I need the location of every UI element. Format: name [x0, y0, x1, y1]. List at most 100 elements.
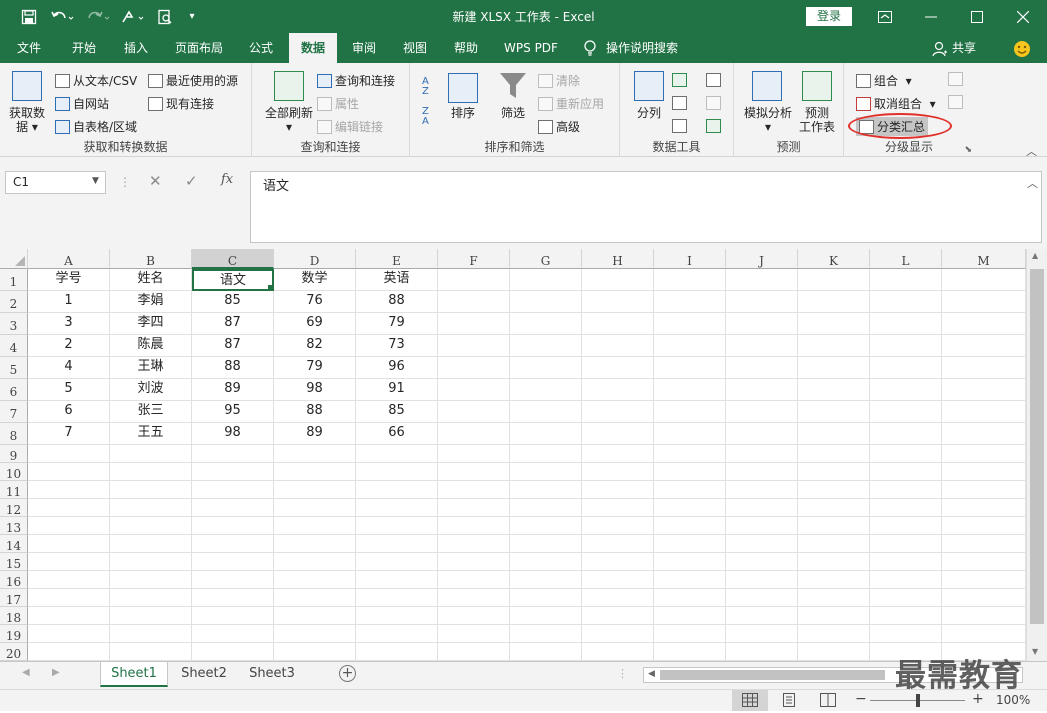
cell-c5[interactable]: 88 — [192, 357, 274, 379]
cell-m2[interactable] — [942, 291, 1026, 313]
cell-f4[interactable] — [438, 335, 510, 357]
cell-d5[interactable]: 79 — [274, 357, 356, 379]
tab-split-icon[interactable]: ⋮ — [617, 667, 628, 680]
cell-i20[interactable] — [654, 643, 726, 661]
cell-f20[interactable] — [438, 643, 510, 661]
cell-f14[interactable] — [438, 535, 510, 553]
sort-az-icon[interactable]: AZ — [422, 77, 429, 97]
cell-h1[interactable] — [582, 269, 654, 291]
cell-m17[interactable] — [942, 589, 1026, 607]
cell-c11[interactable] — [192, 481, 274, 499]
cell-i18[interactable] — [654, 607, 726, 625]
cell-l17[interactable] — [870, 589, 942, 607]
forecast-sheet-button[interactable]: 预测 工作表 — [794, 106, 840, 134]
cell-f9[interactable] — [438, 445, 510, 463]
cell-k11[interactable] — [798, 481, 870, 499]
cell-e6[interactable]: 91 — [356, 379, 438, 401]
data-validation-icon[interactable] — [672, 119, 687, 133]
cell-g9[interactable] — [510, 445, 582, 463]
get-data-button[interactable]: 获取数 据 ▾ — [6, 106, 48, 134]
cell-l14[interactable] — [870, 535, 942, 553]
share-button[interactable]: 共享 — [950, 33, 978, 63]
cell-a5[interactable]: 4 — [28, 357, 110, 379]
cell-g8[interactable] — [510, 423, 582, 445]
cell-g18[interactable] — [510, 607, 582, 625]
cell-a9[interactable] — [28, 445, 110, 463]
cell-l5[interactable] — [870, 357, 942, 379]
text-to-columns-icon[interactable] — [634, 71, 664, 101]
cell-f13[interactable] — [438, 517, 510, 535]
cell-b19[interactable] — [110, 625, 192, 643]
existing-connections-button[interactable]: 现有连接 — [148, 95, 214, 112]
cell-i8[interactable] — [654, 423, 726, 445]
cell-f5[interactable] — [438, 357, 510, 379]
cell-m4[interactable] — [942, 335, 1026, 357]
scroll-down-icon[interactable]: ▼ — [1032, 647, 1038, 656]
cell-b16[interactable] — [110, 571, 192, 589]
refresh-all-button[interactable]: 全部刷新 ▾ — [258, 106, 320, 134]
filter-icon[interactable] — [499, 71, 527, 104]
edit-links-button[interactable]: 编辑链接 — [317, 118, 383, 135]
fill-handle[interactable] — [268, 285, 272, 289]
cell-c17[interactable] — [192, 589, 274, 607]
cell-h17[interactable] — [582, 589, 654, 607]
what-if-button[interactable]: 模拟分析 ▾ — [740, 106, 796, 134]
cell-m7[interactable] — [942, 401, 1026, 423]
cell-f1[interactable] — [438, 269, 510, 291]
from-table-button[interactable]: 自表格/区域 — [55, 118, 137, 135]
cell-m12[interactable] — [942, 499, 1026, 517]
cell-e7[interactable]: 85 — [356, 401, 438, 423]
cell-f19[interactable] — [438, 625, 510, 643]
row-header-12[interactable]: 12 — [0, 499, 28, 517]
cell-g17[interactable] — [510, 589, 582, 607]
cell-b4[interactable]: 陈晨 — [110, 335, 192, 357]
row-header-7[interactable]: 7 — [0, 401, 28, 423]
cell-d19[interactable] — [274, 625, 356, 643]
cell-b3[interactable]: 李四 — [110, 313, 192, 335]
cell-a20[interactable] — [28, 643, 110, 661]
cell-e2[interactable]: 88 — [356, 291, 438, 313]
tab-data[interactable]: 数据 — [289, 33, 337, 63]
column-header-f[interactable]: F — [438, 249, 510, 269]
cell-g19[interactable] — [510, 625, 582, 643]
cell-j3[interactable] — [726, 313, 798, 335]
column-header-b[interactable]: B — [110, 249, 192, 269]
minimize-icon[interactable] — [908, 0, 954, 33]
row-header-20[interactable]: 20 — [0, 643, 28, 661]
cell-m11[interactable] — [942, 481, 1026, 499]
cell-h14[interactable] — [582, 535, 654, 553]
cell-j19[interactable] — [726, 625, 798, 643]
cell-f3[interactable] — [438, 313, 510, 335]
cell-j7[interactable] — [726, 401, 798, 423]
cell-d1[interactable]: 数学 — [274, 269, 356, 291]
column-header-c[interactable]: C — [192, 249, 274, 269]
cell-k13[interactable] — [798, 517, 870, 535]
cell-g16[interactable] — [510, 571, 582, 589]
cell-e15[interactable] — [356, 553, 438, 571]
cell-i16[interactable] — [654, 571, 726, 589]
cell-j9[interactable] — [726, 445, 798, 463]
cell-f6[interactable] — [438, 379, 510, 401]
cell-k2[interactable] — [798, 291, 870, 313]
cell-i13[interactable] — [654, 517, 726, 535]
cell-i2[interactable] — [654, 291, 726, 313]
cell-l9[interactable] — [870, 445, 942, 463]
get-data-icon[interactable] — [12, 71, 42, 101]
cell-h10[interactable] — [582, 463, 654, 481]
cell-b15[interactable] — [110, 553, 192, 571]
row-header-9[interactable]: 9 — [0, 445, 28, 463]
next-sheet-icon[interactable]: ▶ — [52, 667, 60, 678]
cell-e1[interactable]: 英语 — [356, 269, 438, 291]
cell-k4[interactable] — [798, 335, 870, 357]
print-preview-icon[interactable] — [155, 0, 175, 33]
cell-e16[interactable] — [356, 571, 438, 589]
cell-a14[interactable] — [28, 535, 110, 553]
tab-wps-pdf[interactable]: WPS PDF — [495, 33, 567, 63]
tell-me-search[interactable]: 操作说明搜索 — [606, 33, 690, 63]
cell-h7[interactable] — [582, 401, 654, 423]
row-header-15[interactable]: 15 — [0, 553, 28, 571]
cell-g11[interactable] — [510, 481, 582, 499]
column-header-g[interactable]: G — [510, 249, 582, 269]
cell-e9[interactable] — [356, 445, 438, 463]
cell-b9[interactable] — [110, 445, 192, 463]
